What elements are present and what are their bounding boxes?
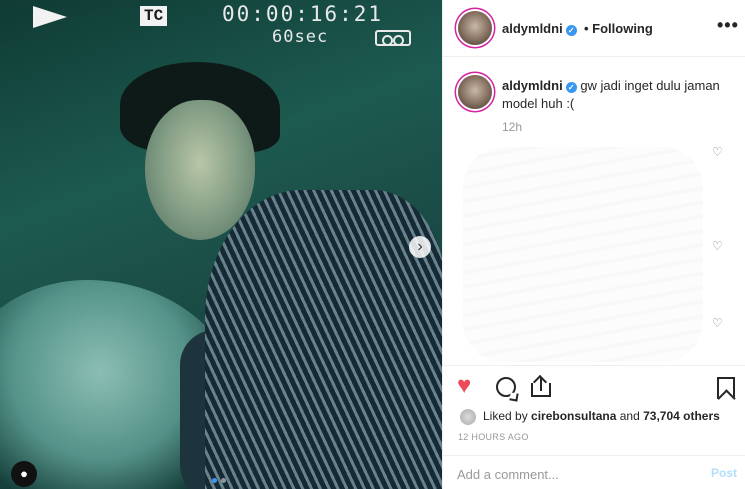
verified-badge-icon: ✓ — [565, 82, 577, 93]
vcr-tc-label: TC — [140, 6, 168, 26]
author-username[interactable]: aldymldni ✓ — [502, 21, 577, 36]
post-timestamp: 12 HOURS AGO — [458, 432, 529, 442]
post-side-panel: aldymldni ✓ • Following ••• aldymldni ✓ gw… — [442, 0, 745, 489]
liker-username[interactable]: cirebonsultana — [531, 409, 616, 423]
share-icon[interactable] — [530, 374, 552, 399]
carousel-dot-active — [212, 478, 217, 483]
caption-time: 12h — [502, 120, 523, 134]
author-avatar[interactable] — [458, 11, 492, 45]
vcr-timecode: 00:00:16:21 — [222, 2, 384, 26]
like-heart-icon[interactable]: ♥ — [457, 374, 471, 398]
post-photo[interactable]: TC 00:00:16:21 60sec › ● — [0, 0, 442, 489]
add-comment-input[interactable] — [457, 465, 677, 483]
comment-like-heart-icon[interactable]: ♡ — [712, 145, 723, 159]
carousel-dots — [212, 478, 226, 483]
post-comment-button[interactable]: Post — [711, 466, 737, 480]
comment-like-heart-icon[interactable]: ♡ — [712, 239, 723, 253]
more-options-icon[interactable]: ••• — [717, 15, 739, 36]
save-bookmark-icon[interactable] — [717, 377, 735, 399]
comment-icon[interactable] — [496, 377, 516, 397]
caption-text: aldymldni ✓ gw jadi inget dulu jaman mode… — [502, 77, 722, 113]
photo-shirt — [205, 190, 442, 489]
add-comment-bar: Post — [443, 455, 745, 489]
comment-like-heart-icon[interactable]: ♡ — [712, 316, 723, 330]
comments-list[interactable]: aldymldni ✓ gw jadi inget dulu jaman mode… — [443, 57, 745, 365]
photo-face — [145, 100, 255, 240]
caption-username[interactable]: aldymldni ✓ — [502, 78, 577, 93]
vcr-play-icon — [33, 6, 67, 28]
vcr-speed: 60sec — [272, 27, 329, 47]
verified-badge-icon: ✓ — [565, 25, 577, 36]
following-status[interactable]: • Following — [584, 21, 653, 36]
vcr-tape-icon — [375, 30, 411, 46]
caption-avatar[interactable] — [458, 75, 492, 109]
tagged-user-icon[interactable]: ● — [11, 461, 37, 487]
liker-avatar[interactable] — [459, 408, 477, 426]
post-header: aldymldni ✓ • Following ••• — [443, 0, 745, 57]
faded-comments-overlay — [463, 147, 703, 362]
post-actions: ♥ Liked by cirebonsultana and 73,704 oth… — [443, 365, 745, 445]
carousel-next-button[interactable]: › — [409, 236, 431, 258]
likes-count[interactable]: 73,704 others — [643, 409, 720, 423]
likes-summary: Liked by cirebonsultana and 73,704 other… — [483, 409, 720, 423]
carousel-dot — [221, 478, 226, 483]
